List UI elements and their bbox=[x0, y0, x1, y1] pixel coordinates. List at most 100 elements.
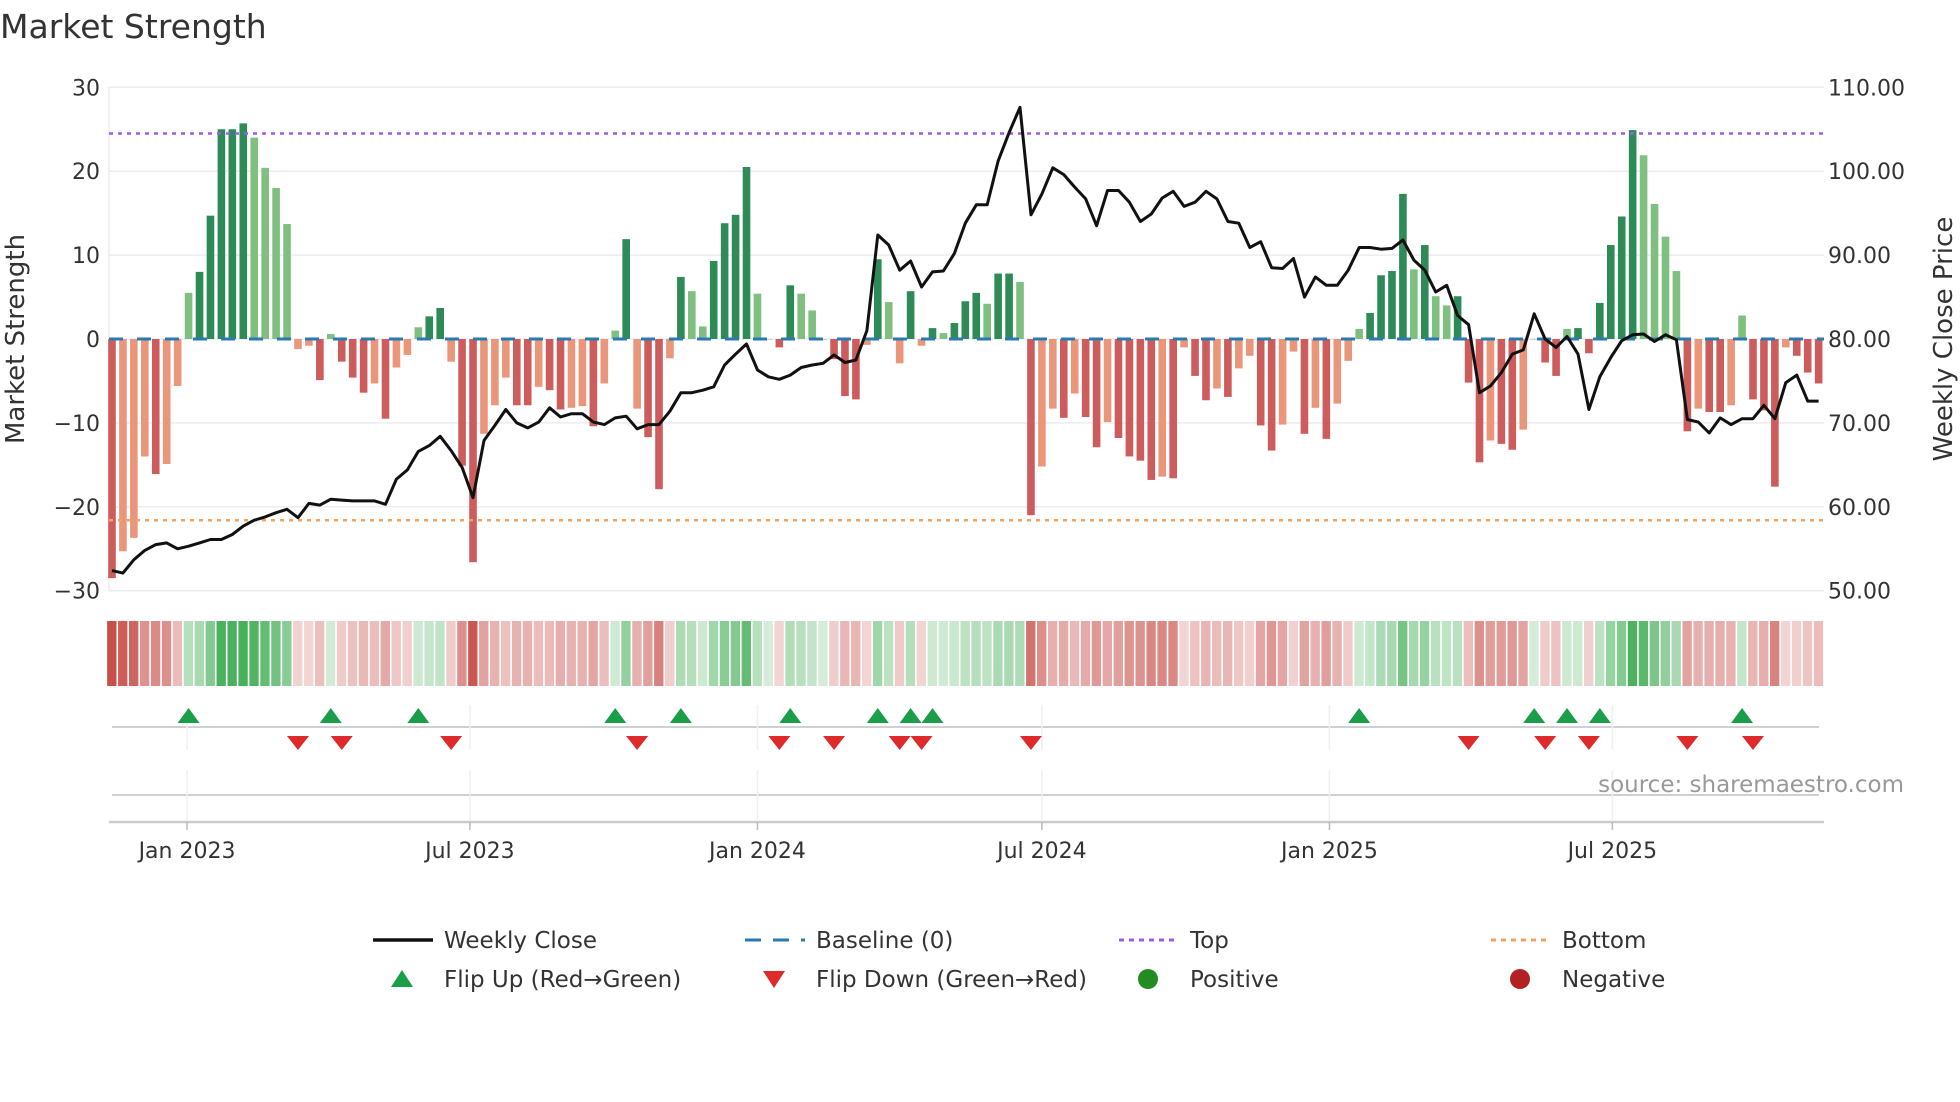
strip-cell bbox=[1649, 621, 1660, 686]
negative-bar bbox=[316, 339, 324, 381]
strip-cell bbox=[1069, 621, 1080, 686]
strip-cell bbox=[293, 621, 303, 686]
negative-bar bbox=[895, 339, 904, 364]
negative-bar bbox=[348, 339, 357, 378]
positive-bar bbox=[731, 214, 740, 339]
negative-bar bbox=[1311, 339, 1320, 408]
negative-bar bbox=[666, 339, 674, 359]
x-tick-label: Jul 2025 bbox=[1566, 839, 1658, 864]
negative-bar bbox=[1092, 339, 1101, 448]
strip-cell bbox=[763, 621, 773, 686]
flip-down-marker bbox=[330, 736, 353, 750]
strip-cell bbox=[1605, 621, 1616, 686]
y-tick-label: 0 bbox=[86, 328, 100, 353]
strip-cell bbox=[1113, 621, 1123, 686]
negative-bar bbox=[1716, 339, 1724, 412]
x-tick-label: Jul 2023 bbox=[423, 839, 515, 864]
negative-bar bbox=[589, 339, 598, 427]
positive-bar bbox=[688, 291, 696, 339]
flip-up-marker bbox=[779, 708, 802, 723]
x-tick-label: Jan 2023 bbox=[137, 839, 236, 864]
y2-tick-label: 60.00 bbox=[1828, 496, 1891, 521]
positive-bar bbox=[1399, 193, 1407, 339]
positive-bar bbox=[808, 310, 816, 339]
y-tick-label: −30 bbox=[54, 580, 100, 605]
y2-tick-label: 110.00 bbox=[1828, 76, 1905, 101]
strip-cell bbox=[325, 621, 336, 686]
positive-bar bbox=[1421, 245, 1429, 339]
strip-cell bbox=[1004, 621, 1014, 686]
flip-up-marker bbox=[866, 708, 889, 723]
strip-cell bbox=[468, 621, 478, 686]
strip-cell bbox=[205, 621, 215, 686]
strip-cell bbox=[1638, 621, 1649, 686]
strip-cell bbox=[457, 621, 467, 686]
positive-bar bbox=[206, 215, 215, 339]
strip-cell bbox=[1463, 621, 1474, 686]
strip-cell bbox=[796, 621, 806, 686]
y2-tick-label: 90.00 bbox=[1828, 244, 1891, 269]
negative-bar bbox=[1300, 339, 1309, 434]
legend-item: Weekly Close bbox=[373, 928, 597, 954]
negative-bar bbox=[1333, 339, 1342, 404]
x-tick-label: Jan 2025 bbox=[1279, 839, 1378, 864]
negative-bar bbox=[600, 339, 609, 384]
flip-down-marker bbox=[286, 736, 309, 750]
strip-cell bbox=[1266, 621, 1277, 686]
legend-item: Positive bbox=[1138, 967, 1279, 993]
strength-heat-strip bbox=[107, 621, 1824, 686]
legend-item: Negative bbox=[1510, 967, 1665, 993]
negative-bar bbox=[130, 339, 138, 538]
strip-cell bbox=[566, 621, 576, 686]
negative-bar bbox=[1070, 339, 1079, 394]
strip-cell bbox=[380, 621, 390, 686]
strip-cell bbox=[1682, 621, 1692, 686]
positive-bar bbox=[677, 276, 685, 339]
strip-cell bbox=[1671, 621, 1681, 686]
strip-cell bbox=[829, 621, 839, 686]
negative-bar bbox=[1147, 339, 1156, 480]
negative-bar bbox=[370, 339, 379, 384]
strip-cell bbox=[238, 621, 248, 686]
positive-bar bbox=[753, 293, 762, 339]
negative-bar bbox=[1213, 339, 1221, 389]
strip-cell bbox=[282, 621, 292, 686]
positive-bar bbox=[1366, 312, 1374, 339]
strip-cell bbox=[1584, 621, 1594, 686]
negative-bar bbox=[1158, 339, 1167, 477]
positive-bar bbox=[1388, 271, 1396, 339]
strip-cell bbox=[1124, 621, 1134, 686]
strip-cell bbox=[150, 621, 161, 686]
legend: Weekly Close Baseline (0) Top Bottom Flip Up… bbox=[373, 928, 1665, 993]
negative-bar bbox=[545, 339, 554, 391]
flip-down-marker bbox=[626, 736, 649, 750]
positive-bar bbox=[698, 326, 707, 339]
strip-cell bbox=[107, 621, 117, 686]
flip-up-marker bbox=[921, 708, 944, 723]
negative-bar bbox=[162, 339, 171, 465]
strip-cell bbox=[1452, 621, 1463, 686]
negative-bar bbox=[392, 339, 401, 368]
strip-cell bbox=[1037, 621, 1047, 686]
strip-cell bbox=[993, 621, 1003, 686]
flip-down-marker bbox=[1742, 736, 1764, 750]
legend-label: Weekly Close bbox=[444, 928, 597, 954]
strip-cell bbox=[1759, 621, 1769, 686]
strip-cell bbox=[1190, 621, 1200, 686]
strip-cell bbox=[1780, 621, 1791, 686]
strip-cell bbox=[1015, 621, 1025, 686]
strip-cell bbox=[960, 621, 970, 686]
circle-icon bbox=[1510, 969, 1530, 989]
flip-down-marker bbox=[1457, 736, 1480, 750]
strip-cell bbox=[304, 621, 314, 686]
left-axis-ticks: 30 20 10 0 −10 −20 −30 bbox=[54, 76, 100, 604]
negative-bar bbox=[1235, 339, 1243, 369]
strip-cell bbox=[1223, 621, 1233, 686]
strip-cell bbox=[807, 621, 817, 686]
x-axis: Jan 2023 Jul 2023 Jan 2024 Jul 2024 Jan 2025… bbox=[109, 820, 1824, 864]
flip-up-marker bbox=[669, 708, 692, 723]
positive-bar bbox=[272, 187, 280, 339]
strip-cell bbox=[883, 621, 894, 686]
positive-bar bbox=[709, 260, 718, 339]
negative-bar bbox=[1278, 339, 1287, 425]
